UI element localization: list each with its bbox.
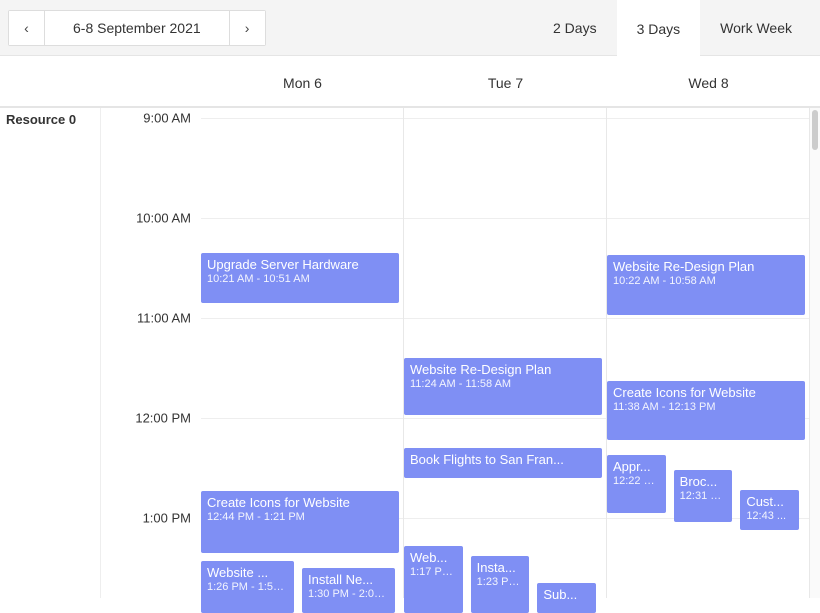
calendar-event[interactable]: Book Flights to San Fran...: [404, 448, 602, 478]
time-label: 10:00 AM: [136, 211, 191, 226]
event-title: Broc...: [680, 474, 727, 490]
event-time: 11:24 AM - 11:58 AM: [410, 378, 596, 392]
day-header-tue[interactable]: Tue 7: [404, 60, 607, 106]
hour-gridline: [607, 118, 809, 119]
event-time: 11:38 AM - 12:13 PM: [613, 401, 799, 415]
next-button[interactable]: ›: [229, 11, 265, 45]
time-label: 12:00 PM: [135, 411, 191, 426]
event-title: Web...: [410, 550, 457, 566]
calendar-event[interactable]: Create Icons for Website12:44 PM - 1:21 …: [201, 491, 399, 553]
calendar-event[interactable]: Website ...1:26 PM - 1:53 ...: [201, 561, 294, 613]
hour-gridline: [404, 318, 606, 319]
day-header-mon[interactable]: Mon 6: [201, 60, 404, 106]
hour-gridline: [404, 518, 606, 519]
time-axis: 9:00 AM 10:00 AM 11:00 AM 12:00 PM 1:00 PM: [101, 108, 201, 598]
event-time: 12:22 PM - ...: [613, 475, 660, 489]
hour-gridline: [607, 318, 809, 319]
calendar-event[interactable]: Insta...1:23 PM - 1:57 ...: [471, 556, 530, 613]
calendar-event[interactable]: Cust...12:43 ...: [740, 490, 799, 530]
calendar-event[interactable]: Broc...12:31 PM ...: [674, 470, 733, 522]
tab-3-days[interactable]: 3 Days: [617, 0, 701, 56]
calendar-event[interactable]: Web...1:17 PM ...: [404, 546, 463, 613]
event-title: Create Icons for Website: [613, 385, 799, 401]
event-time: 12:43 ...: [746, 510, 793, 524]
day-column-mon[interactable]: Upgrade Server Hardware10:21 AM - 10:51 …: [201, 108, 404, 598]
calendar-event[interactable]: Install Ne...1:30 PM - 2:03 ...: [302, 568, 395, 613]
event-title: Install Ne...: [308, 572, 389, 588]
hour-gridline: [404, 218, 606, 219]
event-time: 10:21 AM - 10:51 AM: [207, 273, 393, 287]
hour-gridline: [404, 118, 606, 119]
chevron-left-icon: ‹: [24, 20, 29, 36]
hour-gridline: [607, 218, 809, 219]
date-range-label[interactable]: 6-8 September 2021: [45, 20, 229, 36]
day-header-wed[interactable]: Wed 8: [607, 60, 810, 106]
hour-gridline: [201, 318, 403, 319]
prev-button[interactable]: ‹: [9, 11, 45, 45]
tab-2-days[interactable]: 2 Days: [533, 0, 617, 56]
calendar-event[interactable]: Create Icons for Website11:38 AM - 12:13…: [607, 381, 805, 440]
event-title: Cust...: [746, 494, 793, 510]
calendar-event[interactable]: Website Re-Design Plan11:24 AM - 11:58 A…: [404, 358, 602, 415]
date-nav-group: ‹ 6-8 September 2021 ›: [8, 10, 266, 46]
event-title: Insta...: [477, 560, 524, 576]
time-label: 9:00 AM: [143, 111, 191, 126]
toolbar: ‹ 6-8 September 2021 › 2 Days 3 Days Wor…: [0, 0, 820, 56]
event-title: Website ...: [207, 565, 288, 581]
header-time-spacer: [101, 60, 201, 106]
hour-gridline: [404, 418, 606, 419]
calendar-event[interactable]: Upgrade Server Hardware10:21 AM - 10:51 …: [201, 253, 399, 303]
event-title: Website Re-Design Plan: [410, 362, 596, 378]
tab-work-week[interactable]: Work Week: [700, 0, 812, 56]
event-time: 10:22 AM - 10:58 AM: [613, 275, 799, 289]
calendar-body: Resource 0 9:00 AM 10:00 AM 11:00 AM 12:00 …: [0, 108, 820, 598]
time-label: 11:00 AM: [137, 311, 191, 326]
calendar-event[interactable]: Appr...12:22 PM - ...: [607, 455, 666, 513]
day-header-row: Mon 6 Tue 7 Wed 8: [0, 60, 820, 108]
header-days: Mon 6 Tue 7 Wed 8: [201, 60, 810, 106]
event-title: Website Re-Design Plan: [613, 259, 799, 275]
hour-gridline: [201, 118, 403, 119]
event-title: Create Icons for Website: [207, 495, 393, 511]
chevron-right-icon: ›: [245, 20, 250, 36]
hour-gridline: [201, 218, 403, 219]
event-time: 12:44 PM - 1:21 PM: [207, 511, 393, 525]
time-label: 1:00 PM: [143, 511, 191, 526]
event-title: Upgrade Server Hardware: [207, 257, 393, 273]
event-time: 1:23 PM - 1:57 ...: [477, 576, 524, 590]
vertical-scrollbar[interactable]: [810, 108, 820, 598]
header-scroll-spacer: [810, 60, 820, 106]
scrollbar-thumb[interactable]: [812, 110, 818, 150]
calendar-event[interactable]: Sub...: [537, 583, 596, 613]
day-column-tue[interactable]: Website Re-Design Plan11:24 AM - 11:58 A…: [404, 108, 607, 598]
calendar-event[interactable]: Website Re-Design Plan10:22 AM - 10:58 A…: [607, 255, 805, 315]
day-column-wed[interactable]: Website Re-Design Plan10:22 AM - 10:58 A…: [607, 108, 810, 598]
event-time: 1:26 PM - 1:53 ...: [207, 581, 288, 595]
event-title: Appr...: [613, 459, 660, 475]
event-time: 1:17 PM ...: [410, 566, 457, 580]
resource-label: Resource 0: [0, 108, 101, 598]
header-resource-spacer: [0, 60, 101, 106]
event-title: Sub...: [543, 587, 590, 603]
view-tabs: 2 Days 3 Days Work Week: [533, 0, 812, 56]
hour-gridline: [201, 418, 403, 419]
event-title: Book Flights to San Fran...: [410, 452, 596, 468]
event-time: 12:31 PM ...: [680, 490, 727, 504]
